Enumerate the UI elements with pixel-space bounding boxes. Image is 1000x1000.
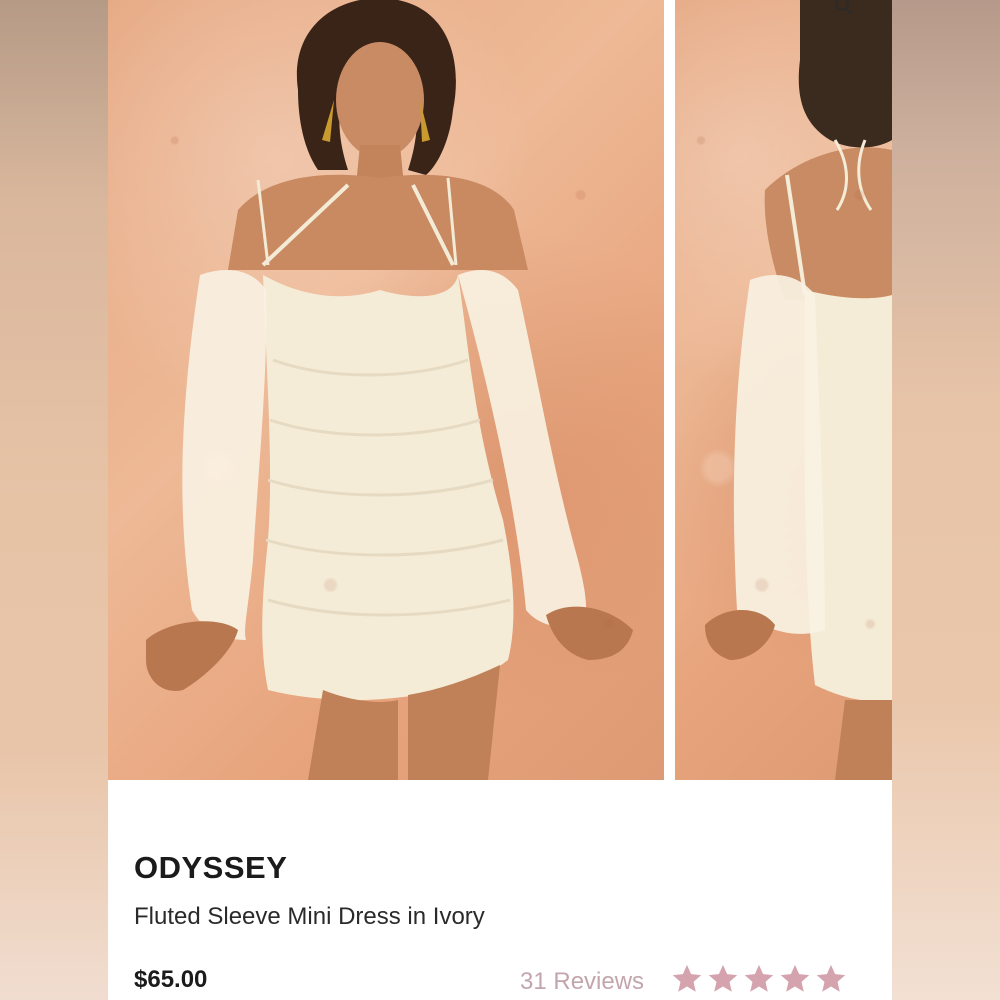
star-icon bbox=[742, 962, 776, 996]
reviews-link[interactable]: 31 Reviews bbox=[520, 968, 644, 996]
star-icon bbox=[814, 962, 848, 996]
product-price: $65.00 bbox=[134, 966, 208, 993]
product-info: ODYSSEY Fluted Sleeve Mini Dress in Ivor… bbox=[108, 780, 892, 1000]
star-icon bbox=[778, 962, 812, 996]
back-view-photo[interactable] bbox=[675, 0, 892, 780]
product-title[interactable]: Fluted Sleeve Mini Dress in Ivory bbox=[134, 903, 485, 931]
wall-texture bbox=[108, 0, 664, 780]
side-blur-left bbox=[0, 0, 108, 1000]
screenshot-frame: ODYSSEY Fluted Sleeve Mini Dress in Ivor… bbox=[0, 0, 1000, 1000]
brand-name[interactable]: ODYSSEY bbox=[134, 850, 287, 886]
product-gallery[interactable] bbox=[108, 0, 892, 780]
front-view-photo[interactable] bbox=[108, 0, 664, 780]
rating-stars[interactable] bbox=[670, 962, 848, 996]
star-icon bbox=[706, 962, 740, 996]
side-blur-right bbox=[892, 0, 1000, 1000]
star-icon bbox=[670, 962, 704, 996]
wall-texture bbox=[675, 0, 892, 780]
zoom-icon[interactable] bbox=[834, 0, 852, 14]
product-card: ODYSSEY Fluted Sleeve Mini Dress in Ivor… bbox=[108, 0, 892, 1000]
